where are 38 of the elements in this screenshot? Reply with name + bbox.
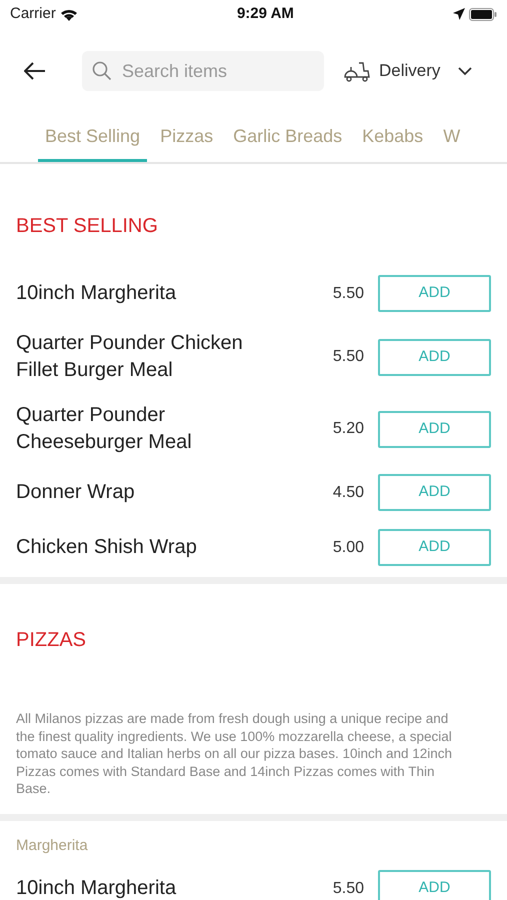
item-price: 5.50 <box>332 878 364 898</box>
add-button[interactable]: ADD <box>378 410 491 448</box>
section-title: PIZZAS <box>15 628 88 653</box>
add-button[interactable]: ADD <box>378 474 491 511</box>
item-name: Quarter Pounder Cheeseburger Meal <box>16 403 193 455</box>
back-arrow-icon[interactable] <box>24 62 46 80</box>
section-description: All Milanos pizzas are made from fresh dough using a unique recipe and the finest quality ingredients. We use 100% mozzarella cheese, a special tomato sauce and Italian herbs on all our pizza bases. 10inch and 12inch Pizzas comes with Standard Base and 14inch Pizzas comes with Thin Base. <box>15 710 454 798</box>
carrier-label: Carrier <box>10 4 56 24</box>
subsection-title: Margherita <box>15 836 89 856</box>
item-name: Chicken Shish Wrap <box>16 535 198 560</box>
search-icon <box>92 61 112 81</box>
delivery-label[interactable]: Delivery <box>379 58 440 84</box>
add-button[interactable]: ADD <box>378 275 491 312</box>
add-button[interactable]: ADD <box>378 870 491 900</box>
item-price: 4.50 <box>332 482 364 502</box>
scooter-icon <box>343 60 371 82</box>
item-name: Donner Wrap <box>16 480 136 505</box>
item-name: 10inch Margherita <box>16 876 178 900</box>
add-button[interactable]: ADD <box>378 338 491 376</box>
search-field[interactable]: Search items <box>82 51 324 91</box>
item-price: 5.20 <box>332 419 364 439</box>
item-price: 5.50 <box>332 347 364 367</box>
battery-icon <box>469 8 497 20</box>
category-tab[interactable]: Garlic Breads <box>226 114 350 162</box>
category-tab[interactable]: Best Selling <box>38 114 148 162</box>
item-price: 5.00 <box>332 538 364 558</box>
section-title: BEST SELLING <box>15 214 159 239</box>
status-time: 9:29 AM <box>236 4 294 24</box>
item-name: Quarter Pounder Chicken Fillet Burger Meal <box>16 331 244 383</box>
category-tab[interactable]: W <box>436 114 468 162</box>
category-tab[interactable]: Kebabs <box>355 114 430 162</box>
category-tab[interactable]: Pizzas <box>153 114 220 162</box>
chevron-down-icon[interactable] <box>458 66 472 76</box>
add-button[interactable]: ADD <box>378 529 491 566</box>
item-name: 10inch Margherita <box>16 281 178 306</box>
item-price: 5.50 <box>332 284 364 304</box>
wifi-icon <box>60 8 78 20</box>
location-arrow-icon <box>453 8 465 20</box>
